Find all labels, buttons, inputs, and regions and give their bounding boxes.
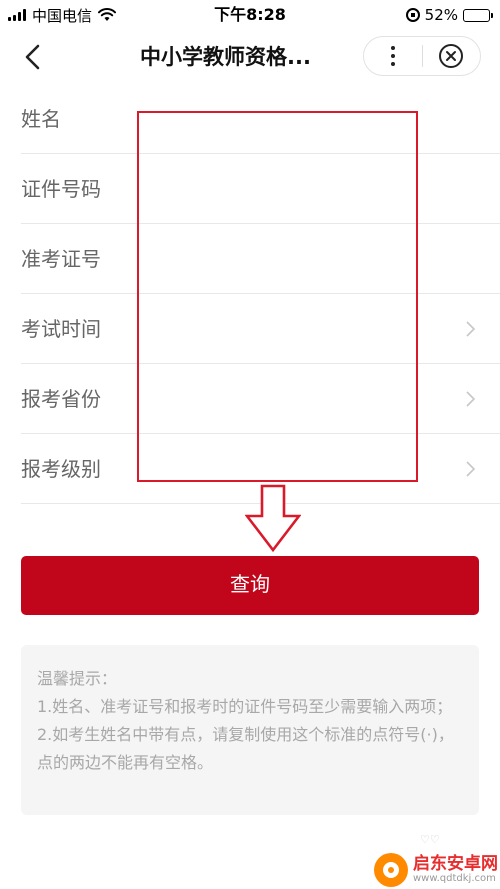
chevron-right-icon — [466, 391, 476, 407]
watermark-name: 启东安卓网 — [413, 853, 498, 874]
form-label-id-number: 证件号码 — [21, 177, 101, 201]
annotation-highlight-box — [137, 111, 418, 482]
status-bar: 中国电信 下午8:28 52% — [0, 0, 500, 30]
tips-title: 温馨提示： — [37, 669, 118, 688]
close-circle-icon[interactable] — [422, 37, 480, 75]
watermark-logo-icon — [374, 853, 408, 887]
mini-program-capsule — [363, 36, 481, 76]
watermark-url: www.qdtdkj.com — [413, 872, 496, 884]
tips-line-1: 1.姓名、准考证号和报考时的证件号码至少需要输入两项； — [37, 697, 453, 716]
form-label-name: 姓名 — [21, 107, 61, 131]
tips-panel: 温馨提示： 1.姓名、准考证号和报考时的证件号码至少需要输入两项； 2.如考生姓… — [21, 645, 479, 815]
form-label-level: 报考级别 — [21, 457, 101, 481]
battery-icon — [463, 8, 493, 22]
rotation-lock-icon — [405, 8, 420, 22]
tips-line-2: 2.如考生姓名中带有点，请复制使用这个标准的点符号(·)，点的两边不能再有空格。 — [37, 725, 454, 772]
form-label-province: 报考省份 — [21, 387, 101, 411]
back-chevron-icon[interactable] — [20, 42, 48, 72]
nav-bar: 中小学教师资格... — [0, 30, 500, 84]
watermark-text: 启东安卓网 www.qdtdkj.com — [413, 853, 498, 884]
chevron-right-icon — [466, 461, 476, 477]
form-label-exam-time: 考试时间 — [21, 317, 101, 341]
form-label-admission-number: 准考证号 — [21, 247, 101, 271]
down-arrow-icon — [245, 484, 301, 552]
battery-percent: 52% — [424, 6, 458, 24]
chevron-right-icon — [466, 321, 476, 337]
page-title: 中小学教师资格... — [140, 45, 311, 69]
more-dots-icon[interactable] — [364, 37, 422, 75]
status-right: 52% — [405, 4, 493, 26]
watermark: 启东安卓网 www.qdtdkj.com — [374, 851, 500, 889]
query-button[interactable]: 查询 — [21, 556, 479, 615]
watermark-hearts-icon: ♡♡ — [420, 833, 440, 846]
